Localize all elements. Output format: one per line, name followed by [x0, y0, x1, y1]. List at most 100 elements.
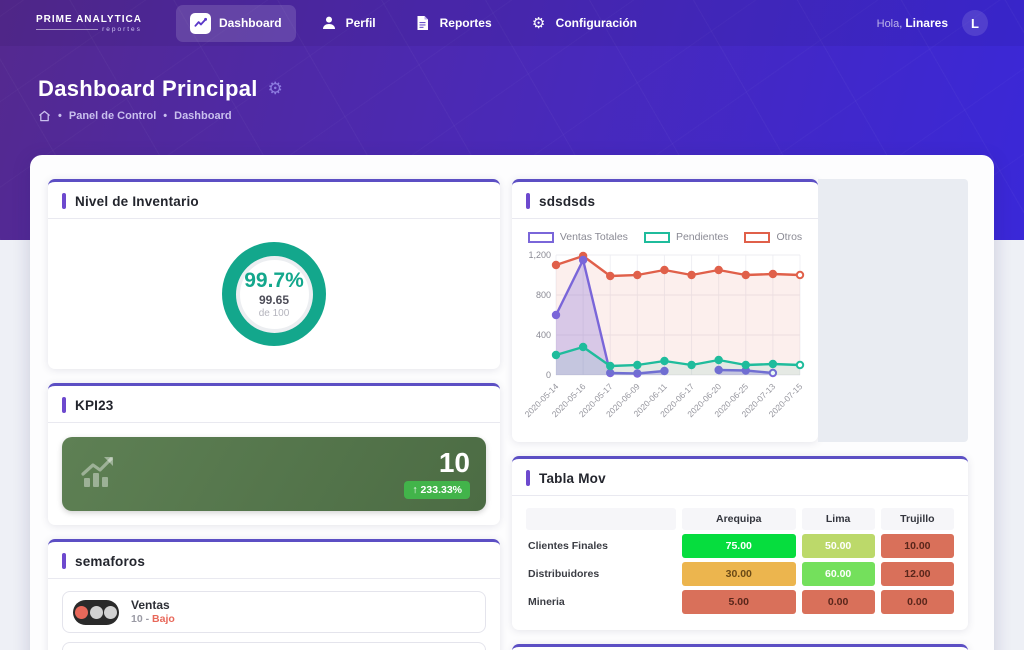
- kpi-delta-badge: ↑ 233.33%: [404, 481, 470, 499]
- panel-semaforos: semaforos Ventas10 - BajoCompras98 - Alt…: [48, 539, 500, 650]
- content-card: Nivel de Inventario 99.7% 99.65 de 100: [30, 155, 994, 650]
- light-bulb: [90, 606, 103, 619]
- legend-label: Ventas Totales: [560, 231, 628, 243]
- table-cell[interactable]: 0.00: [881, 590, 954, 614]
- data-point[interactable]: [634, 362, 640, 368]
- legend-item-ventas-totales[interactable]: Ventas Totales: [528, 231, 628, 243]
- column-header-trujillo: Trujillo: [881, 508, 954, 530]
- data-point[interactable]: [607, 363, 613, 369]
- nav-item-label: Reportes: [440, 16, 492, 30]
- legend-item-otros[interactable]: Otros: [744, 231, 802, 243]
- light-bulb: [75, 606, 88, 619]
- data-point[interactable]: [580, 257, 586, 263]
- nav-item-label: Dashboard: [219, 16, 282, 30]
- breadcrumb-item[interactable]: Panel de Control: [69, 110, 156, 122]
- semaforo-item-ventas[interactable]: Ventas10 - Bajo: [62, 591, 486, 633]
- column-header-arequipa: Arequipa: [682, 508, 796, 530]
- data-point[interactable]: [634, 272, 640, 278]
- svg-text:800: 800: [536, 290, 551, 300]
- light-bulb: [104, 606, 117, 619]
- legend-label: Otros: [776, 231, 802, 243]
- data-point[interactable]: [661, 358, 667, 364]
- table-cell[interactable]: 60.00: [802, 562, 875, 586]
- legend-label: Pendientes: [676, 231, 729, 243]
- nav-item-reportes[interactable]: Reportes: [400, 6, 506, 40]
- trending-up-icon: [78, 452, 122, 497]
- home-icon[interactable]: [38, 110, 51, 122]
- panel-title: Tabla Mov: [539, 471, 606, 486]
- panel-nivel-inventario: Nivel de Inventario 99.7% 99.65 de 100: [48, 179, 500, 369]
- data-point[interactable]: [553, 312, 559, 318]
- username: Linares: [905, 16, 948, 30]
- row-label: Distribuidores: [526, 568, 676, 580]
- user-icon: [320, 14, 338, 32]
- gauge-value: 99.65: [259, 293, 289, 307]
- svg-text:1,200: 1,200: [528, 250, 551, 260]
- nav-item-configuracin[interactable]: ⚙Configuración: [516, 6, 651, 40]
- nav-menu: Dashboard Perfil Reportes ⚙Configuración: [176, 5, 651, 42]
- data-point[interactable]: [770, 271, 776, 277]
- data-point[interactable]: [797, 362, 803, 368]
- data-point[interactable]: [715, 267, 721, 273]
- gauge-percent: 99.7%: [244, 270, 304, 291]
- row-label: Mineria: [526, 596, 676, 608]
- chart-canvas: 04008001,2002020-05-142020-05-162020-05-…: [518, 245, 810, 437]
- row-label: Clientes Finales: [526, 540, 676, 552]
- data-point[interactable]: [743, 362, 749, 368]
- data-point[interactable]: [770, 361, 776, 367]
- title-accent: [526, 193, 530, 209]
- semaforo-item-compras[interactable]: Compras98 - Alto: [62, 642, 486, 650]
- title-accent: [62, 397, 66, 413]
- data-point[interactable]: [797, 272, 803, 278]
- data-point[interactable]: [688, 362, 694, 368]
- navbar: PRIME ANALYTICA reportes Dashboard Perfil…: [0, 0, 1024, 46]
- table-cell[interactable]: 5.00: [682, 590, 796, 614]
- nav-item-perfil[interactable]: Perfil: [306, 6, 390, 40]
- heatmap-table: Arequipa Lima Trujillo Clientes Finales 75.0…: [526, 508, 954, 614]
- table-cell[interactable]: 30.00: [682, 562, 796, 586]
- file-icon: [414, 14, 432, 32]
- data-point[interactable]: [743, 272, 749, 278]
- svg-text:0: 0: [546, 370, 551, 380]
- brand-logo[interactable]: PRIME ANALYTICA reportes: [36, 14, 142, 33]
- greeting-text: Hola,Linares: [877, 16, 948, 30]
- table-cell[interactable]: 12.00: [881, 562, 954, 586]
- table-cell[interactable]: 10.00: [881, 534, 954, 558]
- panel-title: Nivel de Inventario: [75, 194, 199, 209]
- panel-title: sdsdsds: [539, 194, 595, 209]
- arrow-up-icon: ↑: [412, 484, 417, 496]
- data-point[interactable]: [607, 273, 613, 279]
- gauge-of-label: de 100: [259, 308, 290, 319]
- data-point[interactable]: [553, 262, 559, 268]
- svg-text:400: 400: [536, 330, 551, 340]
- data-point[interactable]: [688, 272, 694, 278]
- nav-item-dashboard[interactable]: Dashboard: [176, 5, 296, 42]
- data-point[interactable]: [661, 267, 667, 273]
- nav-item-label: Perfil: [346, 16, 376, 30]
- table-cell[interactable]: 75.00: [682, 534, 796, 558]
- table-cell[interactable]: 0.00: [802, 590, 875, 614]
- breadcrumb: • Panel de Control • Dashboard: [38, 110, 986, 122]
- traffic-light-icon: [73, 600, 119, 625]
- column-header-lima: Lima: [802, 508, 875, 530]
- title-accent: [62, 553, 66, 569]
- avatar[interactable]: L: [962, 10, 988, 36]
- data-point[interactable]: [715, 357, 721, 363]
- empty-panel-slot: [818, 179, 968, 442]
- panel-tabla-mov: Tabla Mov Arequipa Lima Trujillo Clientes F…: [512, 456, 968, 630]
- panel-title: KPI23: [75, 398, 114, 413]
- inventory-gauge: 99.7% 99.65 de 100: [222, 242, 326, 346]
- data-point[interactable]: [580, 344, 586, 350]
- table-cell[interactable]: 50.00: [802, 534, 875, 558]
- breadcrumb-item[interactable]: Dashboard: [174, 110, 231, 122]
- line-chart[interactable]: 04008001,2002020-05-142020-05-162020-05-…: [518, 245, 812, 442]
- legend-item-pendientes[interactable]: Pendientes: [644, 231, 729, 243]
- page-title: Dashboard Principal: [38, 76, 258, 102]
- kpi-card: 10 ↑ 233.33%: [62, 437, 486, 511]
- title-gear-icon[interactable]: ⚙: [268, 79, 283, 99]
- brand-subtitle: reportes: [102, 26, 142, 33]
- panel-kpi23: KPI23: [48, 383, 500, 525]
- data-point[interactable]: [553, 352, 559, 358]
- legend-swatch: [528, 232, 554, 243]
- chart-row: sdsdsds Ventas Totales Pendientes Otros 0 4…: [512, 179, 968, 442]
